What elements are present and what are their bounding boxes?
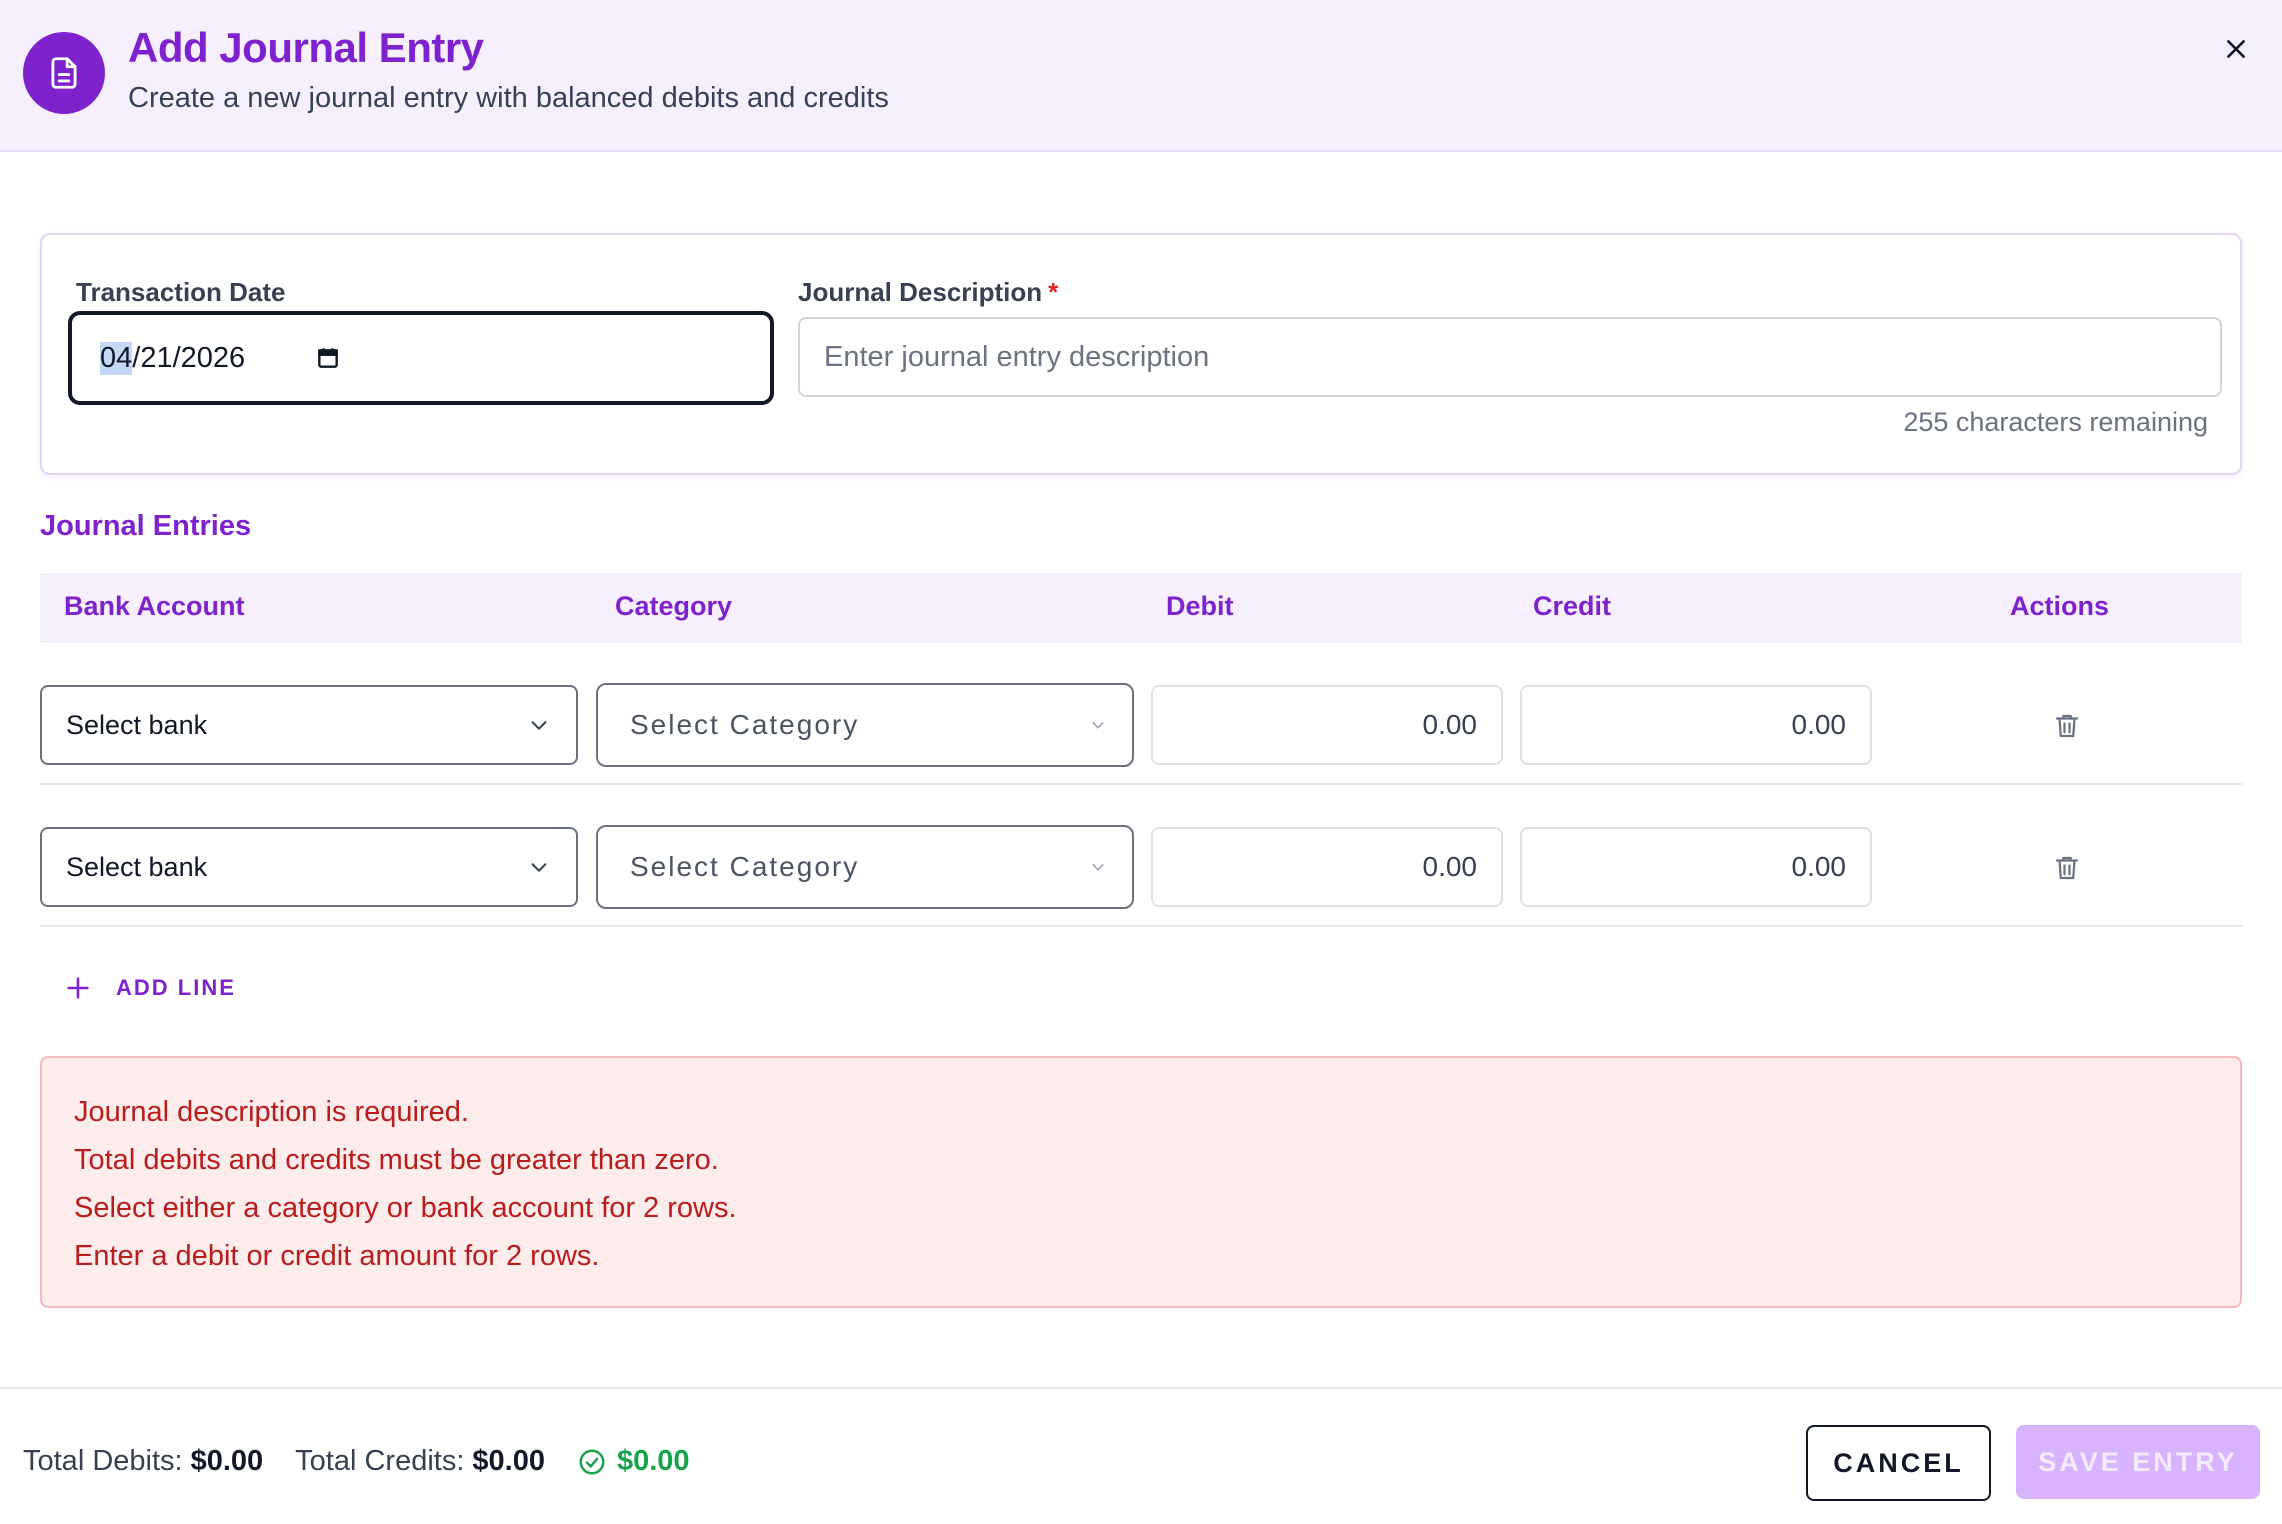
modal-subtitle: Create a new journal entry with balanced… bbox=[128, 82, 889, 114]
category-select-value: Select Category bbox=[630, 709, 860, 740]
category-select-value: Select Category bbox=[630, 851, 860, 882]
add-line-button[interactable]: ADD LINE bbox=[64, 970, 236, 1006]
journal-entries-title: Journal Entries bbox=[40, 510, 252, 542]
modal-footer: Total Debits: $0.00 Total Credits: $0.00… bbox=[0, 1387, 2282, 1524]
date-day-year-segment[interactable]: /21/2026 bbox=[132, 342, 245, 375]
column-header-actions: Actions bbox=[2010, 591, 2110, 621]
modal-title: Add Journal Entry bbox=[128, 24, 484, 71]
totals-summary: Total Debits: $0.00 Total Credits: $0.00… bbox=[23, 1445, 690, 1478]
modal-header: Add Journal Entry Create a new journal e… bbox=[0, 0, 2282, 152]
entries-table-header: Bank Account Category Debit Credit Actio… bbox=[40, 573, 2242, 643]
cancel-button[interactable]: CANCEL bbox=[1806, 1425, 1991, 1501]
check-circle-icon bbox=[577, 1447, 607, 1477]
bank-select-value: Select bank bbox=[66, 851, 208, 882]
validation-errors: Journal description is required. Total d… bbox=[40, 1056, 2242, 1308]
transaction-date-input[interactable]: 04 /21/2026 bbox=[68, 311, 774, 405]
save-entry-button[interactable]: SAVE ENTRY bbox=[2016, 1425, 2260, 1499]
debit-input[interactable]: 0.00 bbox=[1151, 827, 1503, 907]
journal-entry-modal: Add Journal Entry Create a new journal e… bbox=[0, 0, 2282, 1524]
journal-description-placeholder: Enter journal entry description bbox=[824, 340, 1210, 373]
column-header-debit: Debit bbox=[1166, 591, 1234, 621]
error-message: Journal description is required. bbox=[74, 1096, 469, 1128]
table-row: Select bank Select Category 0.00 0.00 bbox=[40, 785, 2242, 927]
delete-row-button[interactable] bbox=[2050, 851, 2084, 885]
journal-description-label: Journal Description * bbox=[798, 277, 1058, 308]
plus-icon bbox=[67, 977, 89, 999]
journal-info-card: Transaction Date 04 /21/2026 Journal Des… bbox=[40, 233, 2242, 475]
transaction-date-label: Transaction Date bbox=[76, 277, 286, 307]
close-button[interactable] bbox=[2215, 28, 2257, 70]
error-message: Select either a category or bank account… bbox=[74, 1192, 737, 1224]
journal-description-label-text: Journal Description bbox=[798, 277, 1043, 307]
bank-select-value: Select bank bbox=[66, 709, 208, 740]
close-icon bbox=[2227, 40, 2245, 58]
chevron-down-icon bbox=[528, 714, 550, 736]
chevron-down-icon bbox=[1090, 859, 1106, 875]
table-row: Select bank Select Category 0.00 0.00 bbox=[40, 643, 2242, 785]
total-debits-value: $0.00 bbox=[190, 1445, 264, 1477]
error-message: Total debits and credits must be greater… bbox=[74, 1144, 719, 1176]
credit-input[interactable]: 0.00 bbox=[1520, 827, 1872, 907]
trash-icon bbox=[2055, 856, 2079, 880]
date-month-segment[interactable]: 04 bbox=[100, 341, 133, 375]
category-select[interactable]: Select Category bbox=[596, 683, 1134, 767]
error-message: Enter a debit or credit amount for 2 row… bbox=[74, 1240, 600, 1272]
total-debits-label: Total Debits: bbox=[23, 1445, 183, 1477]
column-header-credit: Credit bbox=[1533, 591, 1612, 621]
delete-row-button[interactable] bbox=[2050, 709, 2084, 743]
calendar-icon[interactable] bbox=[315, 345, 341, 371]
chevron-down-icon bbox=[1090, 717, 1106, 733]
required-marker: * bbox=[1048, 277, 1059, 307]
total-credits-label: Total Credits: bbox=[295, 1445, 465, 1477]
chevron-down-icon bbox=[528, 856, 550, 878]
credit-input[interactable]: 0.00 bbox=[1520, 685, 1872, 765]
char-counter: 255 characters remaining bbox=[1903, 407, 2208, 437]
category-select[interactable]: Select Category bbox=[596, 825, 1134, 909]
bank-account-select[interactable]: Select bank bbox=[40, 827, 578, 907]
bank-account-select[interactable]: Select bank bbox=[40, 685, 578, 765]
column-header-bank-account: Bank Account bbox=[64, 591, 245, 621]
balance-indicator: $0.00 bbox=[577, 1445, 690, 1478]
balance-value: $0.00 bbox=[616, 1445, 690, 1477]
journal-description-input[interactable]: Enter journal entry description bbox=[798, 317, 2222, 397]
document-icon bbox=[23, 32, 105, 114]
total-credits-value: $0.00 bbox=[472, 1445, 545, 1477]
debit-input[interactable]: 0.00 bbox=[1151, 685, 1503, 765]
trash-icon bbox=[2055, 714, 2079, 738]
add-line-label: ADD LINE bbox=[116, 975, 236, 1000]
column-header-category: Category bbox=[615, 591, 733, 621]
